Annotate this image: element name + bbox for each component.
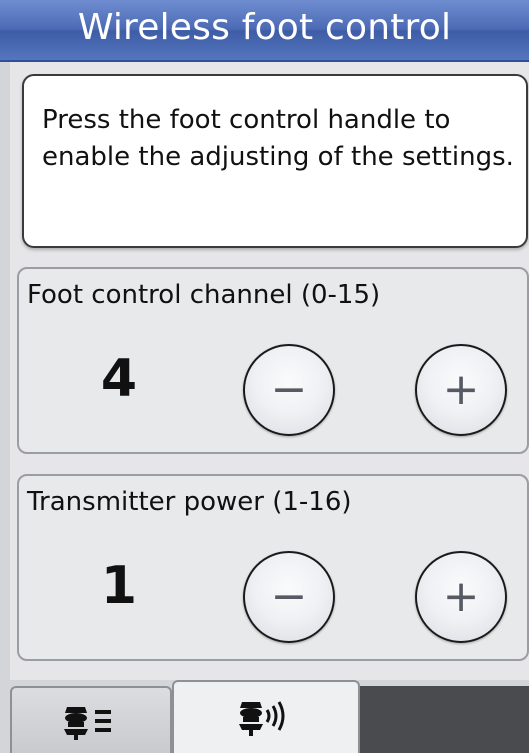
power-panel: Transmitter power (1-16) 1 − + (17, 474, 529, 661)
power-label: Transmitter power (1-16) (27, 487, 352, 517)
title-bar: Wireless foot control (0, 0, 529, 62)
minus-icon: − (270, 571, 308, 622)
power-decrement-button[interactable]: − (243, 551, 335, 643)
tab-wireless-foot-control[interactable] (172, 680, 360, 753)
foot-control-wireless-icon (239, 700, 285, 736)
instruction-message-box: Press the foot control handle to enable … (22, 74, 528, 248)
foot-control-list-icon (64, 706, 111, 740)
power-value: 1 (100, 556, 138, 616)
power-increment-button[interactable]: + (415, 551, 507, 643)
channel-label: Foot control channel (0-15) (27, 280, 381, 310)
settings-content: Press the foot control handle to enable … (10, 62, 529, 680)
channel-panel: Foot control channel (0-15) 4 − + (17, 267, 529, 454)
plus-icon: + (442, 364, 480, 415)
tab-foot-control-list[interactable] (10, 686, 172, 753)
plus-icon: + (442, 571, 480, 622)
channel-value: 4 (100, 349, 138, 409)
tab-bar-filler (360, 686, 529, 753)
page-title: Wireless foot control (77, 7, 452, 48)
channel-decrement-button[interactable]: − (243, 344, 335, 436)
minus-icon: − (270, 364, 308, 415)
tab-bar (0, 680, 529, 753)
instruction-text: Press the foot control handle to enable … (42, 105, 514, 172)
channel-increment-button[interactable]: + (415, 344, 507, 436)
